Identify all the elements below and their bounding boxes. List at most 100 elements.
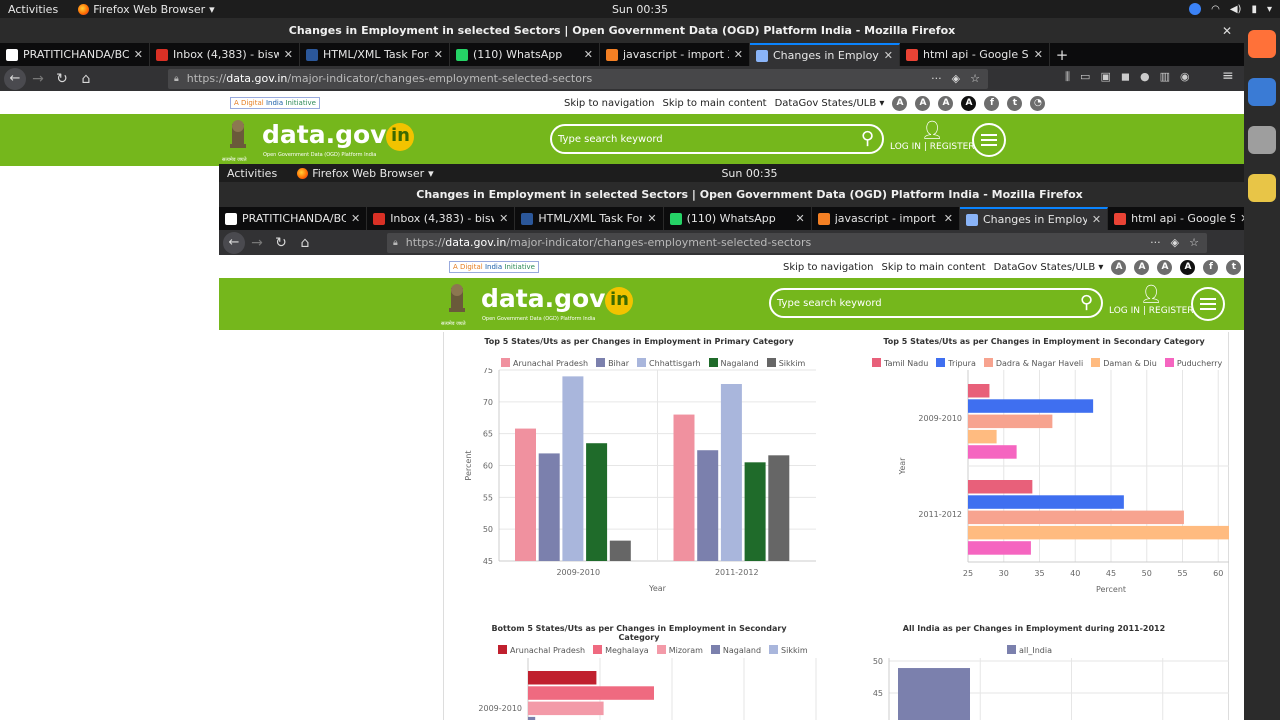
legend-item[interactable]: Meghalaya <box>593 645 649 655</box>
tab-close-icon[interactable]: ✕ <box>134 48 143 61</box>
back-button[interactable]: ← <box>4 67 26 90</box>
font-normal-button[interactable]: A <box>915 96 931 111</box>
digital-india-badge[interactable]: A Digital India Initiative <box>449 261 539 273</box>
skip-main-link[interactable]: Skip to main content <box>881 262 985 273</box>
login-link[interactable]: LOG IN <box>1109 306 1140 316</box>
menu-icon[interactable]: ≡ <box>1222 68 1234 84</box>
legend-item[interactable]: Bihar <box>596 358 629 368</box>
home-button[interactable]: ⌂ <box>293 235 317 251</box>
tab[interactable]: Changes in Employment ✕ <box>959 207 1109 230</box>
twitter-icon[interactable]: t <box>1007 96 1023 111</box>
tab-close-icon[interactable]: ✕ <box>884 49 893 62</box>
legend-item[interactable]: Dadra & Nagar Haveli <box>983 358 1083 368</box>
legend-item[interactable]: Chhattisgarh <box>637 358 701 368</box>
font-decrease-button[interactable]: A <box>1157 260 1173 275</box>
legend-item[interactable]: Arunachal Pradesh <box>501 358 588 368</box>
font-decrease-button[interactable]: A <box>938 96 954 111</box>
toolbar-extensions[interactable]: ⫼▭▣◼●▥◉ <box>1065 70 1200 84</box>
bookmark-star-icon[interactable]: ☆ <box>970 72 980 85</box>
back-button[interactable]: ← <box>223 231 245 254</box>
tab[interactable]: html api - Google Search✕ <box>1108 207 1257 230</box>
login-link[interactable]: LOG IN <box>890 142 921 152</box>
tab[interactable]: PRATITICHANDA/BC79_ ✕ <box>0 43 150 66</box>
facebook-icon[interactable]: f <box>984 96 1000 111</box>
pocket-icon[interactable]: ◈ <box>1171 236 1179 249</box>
skip-navigation-link[interactable]: Skip to navigation <box>783 262 873 273</box>
tab[interactable]: javascript - import XML E ✕ <box>600 43 750 66</box>
tab-close-icon[interactable]: ✕ <box>284 48 293 61</box>
search-input[interactable]: Type search keyword ⚲ <box>769 288 1103 318</box>
tab[interactable]: (110) WhatsApp ✕ <box>664 207 812 230</box>
thunderbird-icon[interactable] <box>1248 78 1276 106</box>
bookmark-star-icon[interactable]: ☆ <box>1189 236 1199 249</box>
rss-icon[interactable]: ◔ <box>1030 96 1046 111</box>
firefox-icon[interactable] <box>1248 30 1276 58</box>
legend-item[interactable]: Sikkim <box>769 645 808 655</box>
legend-item[interactable]: Nagaland <box>708 358 759 368</box>
tab[interactable]: javascript - import XML U ✕ <box>812 207 960 230</box>
activities-button[interactable]: Activities <box>8 3 58 16</box>
tab-close-icon[interactable]: ✕ <box>434 48 443 61</box>
tab-close-icon[interactable]: ✕ <box>1092 213 1101 226</box>
forward-button[interactable]: → <box>26 71 50 87</box>
legend-item[interactable]: Mizoram <box>656 645 703 655</box>
states-dropdown[interactable]: DataGov States/ULB ▾ <box>775 98 885 109</box>
system-tray[interactable]: ◠ ◀) ▮ ▾ <box>1189 3 1272 15</box>
main-menu-button[interactable] <box>1191 287 1225 321</box>
tab[interactable]: Inbox (4,383) - biswaspri ✕ <box>150 43 300 66</box>
reload-button[interactable]: ↻ <box>50 71 74 87</box>
search-icon[interactable]: ⚲ <box>861 128 874 149</box>
facebook-icon[interactable]: f <box>1203 260 1219 275</box>
tab[interactable]: Inbox (4,383) - biswaspri ✕ <box>367 207 516 230</box>
reload-button[interactable]: ↻ <box>269 235 293 251</box>
legend-item[interactable]: Daman & Diu <box>1091 358 1157 368</box>
main-menu-button[interactable] <box>972 123 1006 157</box>
app-menu[interactable]: Firefox Web Browser ▾ <box>297 167 434 180</box>
activities-button[interactable]: Activities <box>227 167 277 180</box>
site-logo[interactable]: data.gov in <box>481 284 634 315</box>
tab[interactable]: Changes in Employment ✕ <box>750 43 900 66</box>
home-button[interactable]: ⌂ <box>74 71 98 87</box>
page-actions-icon[interactable]: ··· <box>1150 236 1161 249</box>
contrast-button[interactable]: A <box>961 96 977 111</box>
font-increase-button[interactable]: A <box>892 96 908 111</box>
tab-close-icon[interactable]: ✕ <box>351 212 360 225</box>
clock[interactable]: Sun 00:35 <box>721 167 777 180</box>
tab-close-icon[interactable]: ✕ <box>1034 48 1043 61</box>
site-logo[interactable]: data.gov in <box>262 120 415 151</box>
skip-main-link[interactable]: Skip to main content <box>662 98 766 109</box>
tab[interactable]: html api - Google Search✕ <box>900 43 1050 66</box>
url-bar[interactable]: 🔒︎ https://data.gov.in/major-indicator/c… <box>168 68 988 89</box>
files-icon[interactable] <box>1248 126 1276 154</box>
legend-item[interactable]: Puducherry <box>1164 358 1222 368</box>
states-dropdown[interactable]: DataGov States/ULB ▾ <box>994 262 1104 273</box>
font-normal-button[interactable]: A <box>1134 260 1150 275</box>
tab-close-icon[interactable]: ✕ <box>499 212 508 225</box>
url-bar[interactable]: 🔒︎ https://data.gov.in/major-indicator/c… <box>387 232 1207 253</box>
font-increase-button[interactable]: A <box>1111 260 1127 275</box>
register-link[interactable]: REGISTER <box>930 142 975 152</box>
legend-item[interactable]: Tripura <box>936 358 976 368</box>
skip-navigation-link[interactable]: Skip to navigation <box>564 98 654 109</box>
tab[interactable]: PRATITICHANDA/BC79_L ✕ <box>219 207 368 230</box>
tab[interactable]: HTML/XML Task Force R ✕ <box>300 43 450 66</box>
tab-close-icon[interactable]: ✕ <box>944 212 953 225</box>
pocket-icon[interactable]: ◈ <box>952 72 960 85</box>
register-link[interactable]: REGISTER <box>1149 306 1194 316</box>
window-close-button[interactable]: ✕ <box>1220 24 1234 38</box>
legend-item[interactable]: Nagaland <box>710 645 761 655</box>
tab-close-icon[interactable]: ✕ <box>647 212 656 225</box>
clock[interactable]: Sun 00:35 <box>612 3 668 16</box>
twitter-icon[interactable]: t <box>1226 260 1242 275</box>
tab-close-icon[interactable]: ✕ <box>734 48 743 61</box>
contrast-button[interactable]: A <box>1180 260 1196 275</box>
page-actions-icon[interactable]: ··· <box>931 72 942 85</box>
legend-item[interactable]: Sikkim <box>766 358 805 368</box>
digital-india-badge[interactable]: A Digital India Initiative <box>230 97 320 109</box>
tab-close-icon[interactable]: ✕ <box>584 48 593 61</box>
legend-item[interactable]: all_India <box>1007 645 1052 655</box>
app-menu[interactable]: Firefox Web Browser ▾ <box>78 3 215 16</box>
rhythmbox-icon[interactable] <box>1248 174 1276 202</box>
tab[interactable]: (110) WhatsApp ✕ <box>450 43 600 66</box>
legend-item[interactable]: Arunachal Pradesh <box>498 645 585 655</box>
